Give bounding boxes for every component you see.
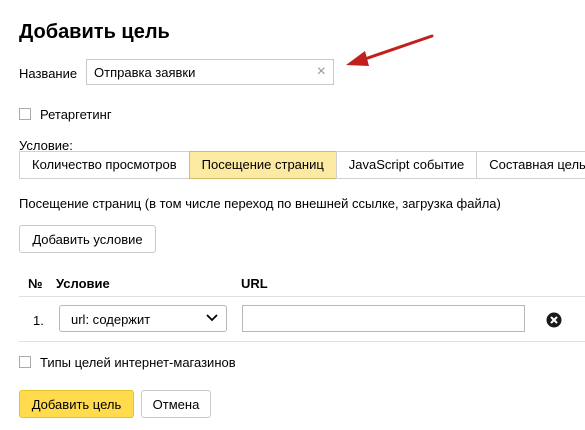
chevron-down-icon [206, 314, 218, 322]
condition-select[interactable]: url: содержит [59, 305, 227, 332]
name-label: Название [19, 66, 78, 81]
shop-goals-checkbox[interactable] [19, 356, 31, 368]
table-header-divider [19, 296, 585, 297]
condition-tabs: Количество просмотров Посещение страниц … [19, 151, 585, 179]
tab-page-visits[interactable]: Посещение страниц [188, 151, 336, 179]
url-input[interactable] [242, 305, 525, 332]
condition-select-value: url: содержит [71, 312, 151, 327]
clear-icon[interactable]: × [317, 63, 326, 81]
table-row-divider [19, 341, 585, 342]
annotation-arrow [346, 34, 434, 66]
tab-views-count[interactable]: Количество просмотров [19, 151, 189, 179]
tab-javascript-event[interactable]: JavaScript событие [335, 151, 477, 179]
dialog-title: Добавить цель [19, 21, 170, 43]
row-number: 1. [33, 313, 44, 328]
arrow-shaft [360, 34, 434, 62]
retargeting-checkbox[interactable] [19, 108, 31, 120]
name-input-value: Отправка заявки [94, 65, 196, 80]
shop-goals-label: Типы целей интернет-магазинов [40, 355, 236, 370]
cancel-button[interactable]: Отмена [141, 390, 211, 418]
tab-composite-goal[interactable]: Составная цель [476, 151, 585, 179]
condition-description: Посещение страниц (в том числе переход п… [19, 196, 501, 211]
retargeting-label: Ретаргетинг [40, 107, 112, 122]
remove-row-icon[interactable] [546, 312, 562, 328]
name-input[interactable]: Отправка заявки × [86, 59, 334, 85]
arrow-head [346, 51, 369, 66]
column-header-num: № [28, 276, 43, 291]
add-goal-button[interactable]: Добавить цель [19, 390, 134, 418]
column-header-condition: Условие [56, 276, 110, 291]
add-condition-button[interactable]: Добавить условие [19, 225, 156, 253]
column-header-url: URL [241, 276, 268, 291]
